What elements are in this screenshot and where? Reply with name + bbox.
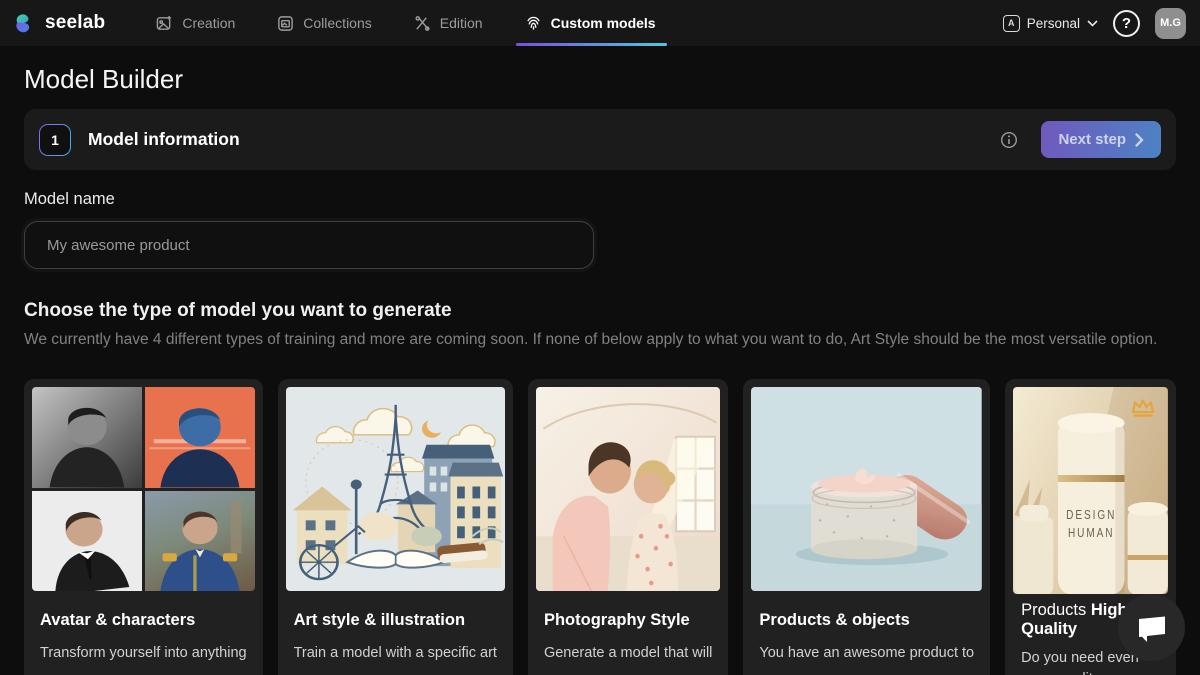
- nav-label: Edition: [440, 15, 483, 31]
- step-number-badge: 1: [39, 124, 71, 156]
- products-card-image: [751, 387, 982, 591]
- model-name-label: Model name: [24, 190, 1176, 209]
- step-card: 1 Model information Next step: [24, 109, 1176, 170]
- page-title: Model Builder: [24, 64, 1176, 95]
- info-icon[interactable]: [1000, 131, 1018, 149]
- image-brand-text-line1: DESIGN: [1066, 508, 1116, 523]
- nav-item-collections[interactable]: Collections: [274, 0, 374, 46]
- card-description: Generate a model that will: [544, 643, 712, 664]
- workspace-icon: A: [1003, 15, 1020, 32]
- main-content: Model Builder 1 Model information Next s…: [0, 64, 1200, 675]
- edition-tools-icon: [414, 15, 431, 32]
- step-title: Model information: [88, 129, 240, 150]
- fingerprint-icon: [525, 15, 542, 32]
- nav-label: Creation: [182, 15, 235, 31]
- nav-item-edition[interactable]: Edition: [411, 0, 486, 46]
- avatar[interactable]: M.G: [1155, 8, 1186, 39]
- card-title: Photography Style: [544, 611, 712, 630]
- art-style-card-image: [286, 387, 505, 591]
- brand-name: seelab: [45, 12, 105, 34]
- workspace-label: Personal: [1027, 16, 1080, 31]
- image-brand-text-line2: HUMAN: [1068, 526, 1115, 541]
- chat-bubble-icon: [1135, 613, 1169, 643]
- model-type-subheading: We currently have 4 different types of t…: [24, 331, 1176, 349]
- main-nav: Creation Collections Editio: [153, 0, 658, 46]
- card-title: Avatar & characters: [40, 611, 247, 630]
- card-products-objects[interactable]: Products & objects You have an awesome p…: [743, 379, 990, 675]
- premium-crown-icon: [1130, 397, 1156, 424]
- card-title: Art style & illustration: [294, 611, 497, 630]
- top-navbar: seelab Creation Collectio: [0, 0, 1200, 46]
- card-description: Transform yourself into anything: [40, 643, 247, 664]
- nav-item-creation[interactable]: Creation: [153, 0, 238, 46]
- high-quality-card-image: DESIGN HUMAN: [1013, 387, 1168, 594]
- chevron-right-icon: [1135, 133, 1144, 147]
- nav-label: Collections: [303, 15, 371, 31]
- workspace-selector[interactable]: A Personal: [1003, 15, 1098, 32]
- chat-launcher-button[interactable]: [1118, 594, 1185, 661]
- chevron-down-icon: [1087, 20, 1098, 27]
- photography-card-image: [536, 387, 720, 591]
- collections-icon: [277, 15, 294, 32]
- nav-item-custom-models[interactable]: Custom models: [522, 0, 659, 46]
- image-plus-icon: [156, 15, 173, 32]
- card-avatar-characters[interactable]: Avatar & characters Transform yourself i…: [24, 379, 263, 675]
- next-step-button[interactable]: Next step: [1041, 121, 1161, 158]
- card-title: Products & objects: [759, 611, 974, 630]
- model-type-cards: Avatar & characters Transform yourself i…: [24, 379, 1176, 675]
- next-step-label: Next step: [1058, 131, 1126, 148]
- navbar-right: A Personal ? M.G: [1003, 8, 1186, 39]
- card-art-style-illustration[interactable]: Art style & illustration Train a model w…: [278, 379, 513, 675]
- card-description: Train a model with a specific art: [294, 643, 497, 664]
- help-button[interactable]: ?: [1113, 10, 1140, 37]
- model-type-heading: Choose the type of model you want to gen…: [24, 300, 1176, 322]
- avatar-card-image: [32, 387, 255, 591]
- nav-label: Custom models: [551, 15, 656, 31]
- model-name-input[interactable]: [24, 221, 594, 269]
- card-photography-style[interactable]: Photography Style Generate a model that …: [528, 379, 728, 675]
- card-description: You have an awesome product to: [759, 643, 974, 664]
- seelab-logo-icon: [14, 12, 38, 34]
- brand-logo[interactable]: seelab: [14, 12, 105, 34]
